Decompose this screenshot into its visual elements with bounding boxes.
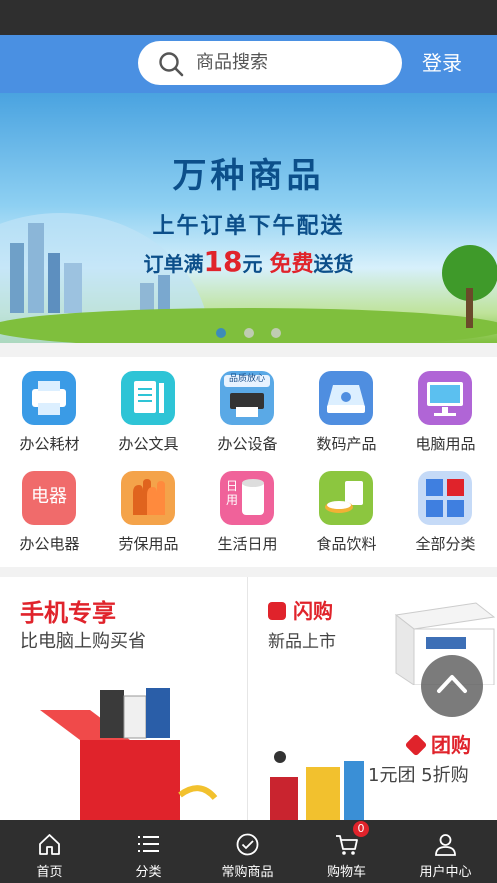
category-label: 食品饮料	[316, 535, 377, 553]
search-icon	[159, 52, 184, 77]
appliance-badge: 电器	[31, 486, 67, 507]
flash-icon	[268, 602, 286, 620]
offer-free: 免费	[269, 252, 314, 277]
category-stationery[interactable]: 办公文具	[99, 357, 198, 457]
category-label: 办公设备	[217, 435, 278, 453]
printer-icon	[22, 371, 76, 425]
group-buy-card[interactable]: 团购 1元团 5折购	[248, 717, 497, 822]
category-office-equipment[interactable]: 品质放心 办公设备	[198, 357, 297, 457]
category-label: 全部分类	[415, 535, 476, 553]
equipment-badge: 品质放心	[228, 374, 265, 384]
tab-category-label: 分类	[135, 865, 162, 880]
category-labor-protection[interactable]: 劳保用品	[99, 457, 198, 557]
category-daily-goods[interactable]: 日用 生活日用	[198, 457, 297, 557]
login-button[interactable]: 登录	[422, 49, 462, 77]
gloves-icon	[121, 471, 175, 525]
category-digital[interactable]: 数码产品	[297, 357, 396, 457]
promo-banner[interactable]: 万种商品 上午订单下午配送 订单满18元 免费送货	[0, 93, 497, 343]
tab-frequent[interactable]: 常购商品	[198, 820, 297, 883]
category-label: 办公耗材	[19, 435, 80, 453]
offer-amount: 18	[203, 245, 243, 278]
tab-cart-label: 购物车	[326, 865, 366, 880]
tab-user-center-label: 用户中心	[419, 865, 472, 880]
gift-box-image	[40, 688, 218, 820]
category-appliances[interactable]: 电器 办公电器	[0, 457, 99, 557]
list-icon	[138, 836, 159, 852]
user-icon	[435, 834, 456, 856]
category-label: 劳保用品	[118, 535, 179, 553]
category-label: 电脑用品	[415, 435, 476, 453]
flash-sale-title: 闪购	[268, 595, 333, 624]
offer-suffix: 送货	[313, 252, 354, 276]
status-bar	[0, 0, 497, 35]
category-computer[interactable]: 电脑用品	[396, 357, 495, 457]
group-buy-title: 团购	[404, 729, 471, 758]
search-input[interactable]: 商品搜索	[138, 41, 402, 85]
carousel-dot-1[interactable]	[216, 328, 227, 338]
hard-drive-icon	[319, 371, 373, 425]
cart-count-badge: 0	[353, 821, 369, 837]
category-label: 数码产品	[316, 435, 377, 453]
carousel-dot-3[interactable]	[270, 328, 281, 338]
tab-cart[interactable]: 0 购物车	[297, 820, 396, 883]
offer-unit: 元	[242, 252, 263, 276]
tab-frequent-label: 常购商品	[221, 865, 274, 880]
chevron-up-icon	[437, 675, 467, 693]
group-products-image	[270, 751, 364, 822]
category-food-drinks[interactable]: 食品饮料	[297, 457, 396, 557]
notebook-icon	[121, 371, 175, 425]
monitor-icon	[418, 371, 472, 425]
category-grid: 办公耗材 办公文具 品质放心 办公设备 数码产品 电脑用品 电器 办公电器 劳保…	[0, 357, 497, 567]
category-all[interactable]: 全部分类	[396, 457, 495, 557]
mobile-exclusive-card[interactable]: 手机专享 比电脑上购买省	[0, 577, 247, 820]
bottom-tab-bar: 首页 分类 常购商品 0 购物车 用户中心	[0, 820, 497, 883]
cart-icon	[336, 835, 358, 855]
category-office-supplies[interactable]: 办公耗材	[0, 357, 99, 457]
banner-title: 万种商品	[172, 156, 325, 196]
banner-subtitle: 上午订单下午配送	[152, 214, 345, 239]
carousel-dot-2[interactable]	[243, 328, 254, 338]
tag-icon	[404, 733, 428, 757]
check-circle-icon	[236, 833, 259, 856]
header: 商品搜索 登录	[0, 35, 497, 93]
food-icon	[319, 471, 373, 525]
tab-home[interactable]: 首页	[0, 820, 99, 883]
home-icon	[39, 834, 60, 855]
mobile-exclusive-title: 手机专享	[20, 599, 116, 627]
search-placeholder: 商品搜索	[196, 52, 268, 73]
scroll-to-top-button[interactable]	[421, 655, 483, 717]
offer-prefix: 订单满	[143, 252, 204, 276]
group-buy-subtitle: 1元团 5折购	[368, 765, 469, 786]
tab-category[interactable]: 分类	[99, 820, 198, 883]
grid-icon	[418, 471, 472, 525]
daily-badge: 日用	[225, 479, 238, 507]
tab-user-center[interactable]: 用户中心	[396, 820, 495, 883]
category-label: 生活日用	[217, 535, 278, 553]
banner-offer: 订单满18元 免费送货	[0, 245, 497, 278]
carousel-dots	[0, 323, 497, 342]
category-label: 办公电器	[19, 535, 80, 553]
flash-sale-subtitle: 新品上市	[268, 632, 336, 652]
category-label: 办公文具	[118, 435, 179, 453]
tab-home-label: 首页	[36, 865, 63, 880]
mobile-exclusive-subtitle: 比电脑上购买省	[20, 631, 146, 652]
